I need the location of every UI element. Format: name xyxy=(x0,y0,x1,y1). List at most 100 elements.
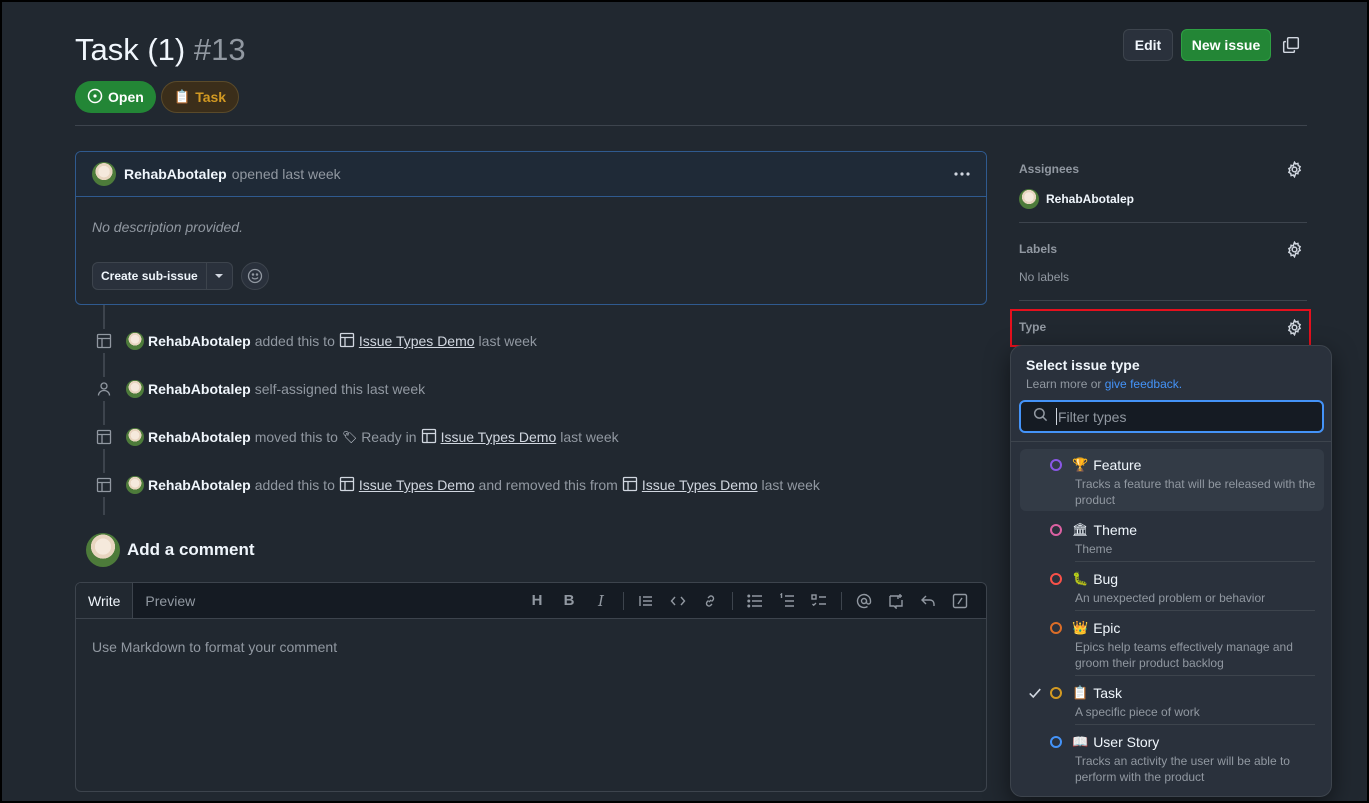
avatar xyxy=(1019,189,1039,209)
opened-text: opened last week xyxy=(231,166,341,182)
clipboard-icon: 📋 xyxy=(1072,685,1089,700)
timeline-event: RehabAbotalep added this to Issue Types … xyxy=(90,329,537,353)
project-link[interactable]: Issue Types Demo xyxy=(359,333,475,349)
smiley-icon[interactable] xyxy=(240,262,269,290)
text-cursor xyxy=(1056,408,1057,425)
type-option-theme[interactable]: 🏛 Theme Theme xyxy=(1020,522,1324,557)
building-icon: 🏛 xyxy=(1072,522,1089,537)
project-link[interactable]: Issue Types Demo xyxy=(359,477,475,493)
table-icon xyxy=(90,473,118,497)
assignees-label: Assignees xyxy=(1019,162,1080,176)
project-link[interactable]: Issue Types Demo xyxy=(642,477,758,493)
table-icon xyxy=(90,329,118,353)
type-color-dot xyxy=(1050,459,1062,471)
table-icon xyxy=(90,425,118,449)
labels-value: No labels xyxy=(1019,270,1070,284)
toolbar-divider xyxy=(623,591,624,610)
menu-item-divider xyxy=(1075,561,1315,562)
menu-subtitle: Learn more or give feedback. xyxy=(1026,377,1183,391)
issue-number: #13 xyxy=(193,32,246,67)
link-icon[interactable] xyxy=(694,587,726,615)
create-sub-issue-button[interactable]: Create sub-issue xyxy=(92,262,207,290)
toolbar-divider xyxy=(841,591,842,610)
check-icon xyxy=(1020,686,1050,700)
avatar[interactable] xyxy=(86,533,120,567)
issue-description: No description provided. xyxy=(92,219,243,235)
assignee-row[interactable]: RehabAbotalep xyxy=(1019,189,1134,209)
reply-icon[interactable] xyxy=(912,587,944,615)
toolbar-divider xyxy=(732,591,733,610)
author-name[interactable]: RehabAbotalep xyxy=(124,166,227,182)
gear-icon[interactable] xyxy=(1284,159,1304,179)
italic-icon[interactable]: I xyxy=(585,587,617,615)
filter-field[interactable]: Filter types xyxy=(1019,400,1324,433)
gear-icon[interactable] xyxy=(1284,239,1304,259)
type-option-epic[interactable]: 👑 Epic Epics help teams effectively mana… xyxy=(1020,620,1324,671)
heading-icon[interactable]: H xyxy=(521,587,553,615)
bullet-list-icon[interactable] xyxy=(739,587,771,615)
issue-open-icon xyxy=(87,88,103,107)
cross-reference-icon[interactable] xyxy=(880,587,912,615)
quote-icon[interactable] xyxy=(630,587,662,615)
comment-textarea[interactable]: Use Markdown to format your comment xyxy=(76,619,986,675)
header-divider xyxy=(75,125,1307,126)
person-icon xyxy=(90,377,118,401)
labels-label: Labels xyxy=(1019,242,1058,256)
assignee-name[interactable]: RehabAbotalep xyxy=(1046,192,1134,206)
edit-button[interactable]: Edit xyxy=(1123,29,1173,61)
slash-command-icon[interactable] xyxy=(944,587,976,615)
formatting-toolbar: H B I xyxy=(521,583,986,618)
tab-write[interactable]: Write xyxy=(76,583,134,618)
filter-input[interactable]: Filter types xyxy=(1058,409,1126,425)
add-comment-header: Add a comment xyxy=(86,533,255,567)
task-list-icon[interactable] xyxy=(803,587,835,615)
type-option-bug[interactable]: 🐛 Bug An unexpected problem or behavior xyxy=(1020,571,1324,606)
timeline-event: RehabAbotalep self-assigned this last we… xyxy=(90,377,425,401)
type-option-task[interactable]: 📋 Task A specific piece of work xyxy=(1020,685,1324,720)
bold-icon[interactable]: B xyxy=(553,587,585,615)
feedback-link[interactable]: give feedback. xyxy=(1105,377,1182,391)
avatar[interactable] xyxy=(126,332,144,350)
page-title: Task (1) #13 xyxy=(75,32,246,67)
menu-divider xyxy=(1011,441,1331,442)
avatar[interactable] xyxy=(126,428,144,446)
project-link[interactable]: Issue Types Demo xyxy=(441,429,557,445)
menu-item-divider xyxy=(1075,724,1315,725)
sidebar-divider xyxy=(1019,300,1307,301)
new-issue-button[interactable]: New issue xyxy=(1181,29,1271,61)
project-icon xyxy=(339,476,355,495)
bug-icon: 🐛 xyxy=(1072,571,1089,586)
project-icon xyxy=(339,332,355,351)
avatar[interactable] xyxy=(92,162,116,186)
avatar[interactable] xyxy=(126,380,144,398)
ticket-icon: 🏷 xyxy=(341,430,358,444)
type-option-feature[interactable]: 🏆 Feature Tracks a feature that will be … xyxy=(1020,449,1324,511)
chevron-down-icon[interactable] xyxy=(206,262,233,290)
page: Task (1) #13 Edit New issue Open 📋 Task … xyxy=(0,0,1369,803)
type-badge[interactable]: 📋 Task xyxy=(161,81,240,113)
sidebar-divider xyxy=(1019,222,1307,223)
kebab-menu-icon[interactable] xyxy=(950,162,974,186)
type-color-dot xyxy=(1050,524,1062,536)
search-icon xyxy=(1033,407,1048,427)
menu-item-divider xyxy=(1075,610,1315,611)
mention-icon[interactable] xyxy=(848,587,880,615)
comment-editor: Write Preview H B I Use Markdown to form… xyxy=(75,582,987,792)
gear-icon[interactable] xyxy=(1284,317,1304,337)
copy-icon[interactable] xyxy=(1282,36,1300,54)
timeline-event: RehabAbotalep moved this to 🏷 Ready in I… xyxy=(90,425,619,449)
type-color-dot xyxy=(1050,622,1062,634)
clipboard-icon: 📋 xyxy=(174,89,191,104)
avatar[interactable] xyxy=(126,476,144,494)
tab-preview[interactable]: Preview xyxy=(133,583,207,618)
menu-item-divider xyxy=(1075,675,1315,676)
issue-body-card: RehabAbotalep opened last week No descri… xyxy=(75,151,987,305)
status-badge: Open xyxy=(75,81,156,113)
add-comment-heading: Add a comment xyxy=(127,540,255,559)
project-icon xyxy=(421,428,437,447)
crown-icon: 👑 xyxy=(1072,620,1089,635)
type-option-user-story[interactable]: 📖 User Story Tracks an activity the user… xyxy=(1020,734,1324,785)
type-section-highlight xyxy=(1010,309,1311,347)
code-icon[interactable] xyxy=(662,587,694,615)
numbered-list-icon[interactable] xyxy=(771,587,803,615)
